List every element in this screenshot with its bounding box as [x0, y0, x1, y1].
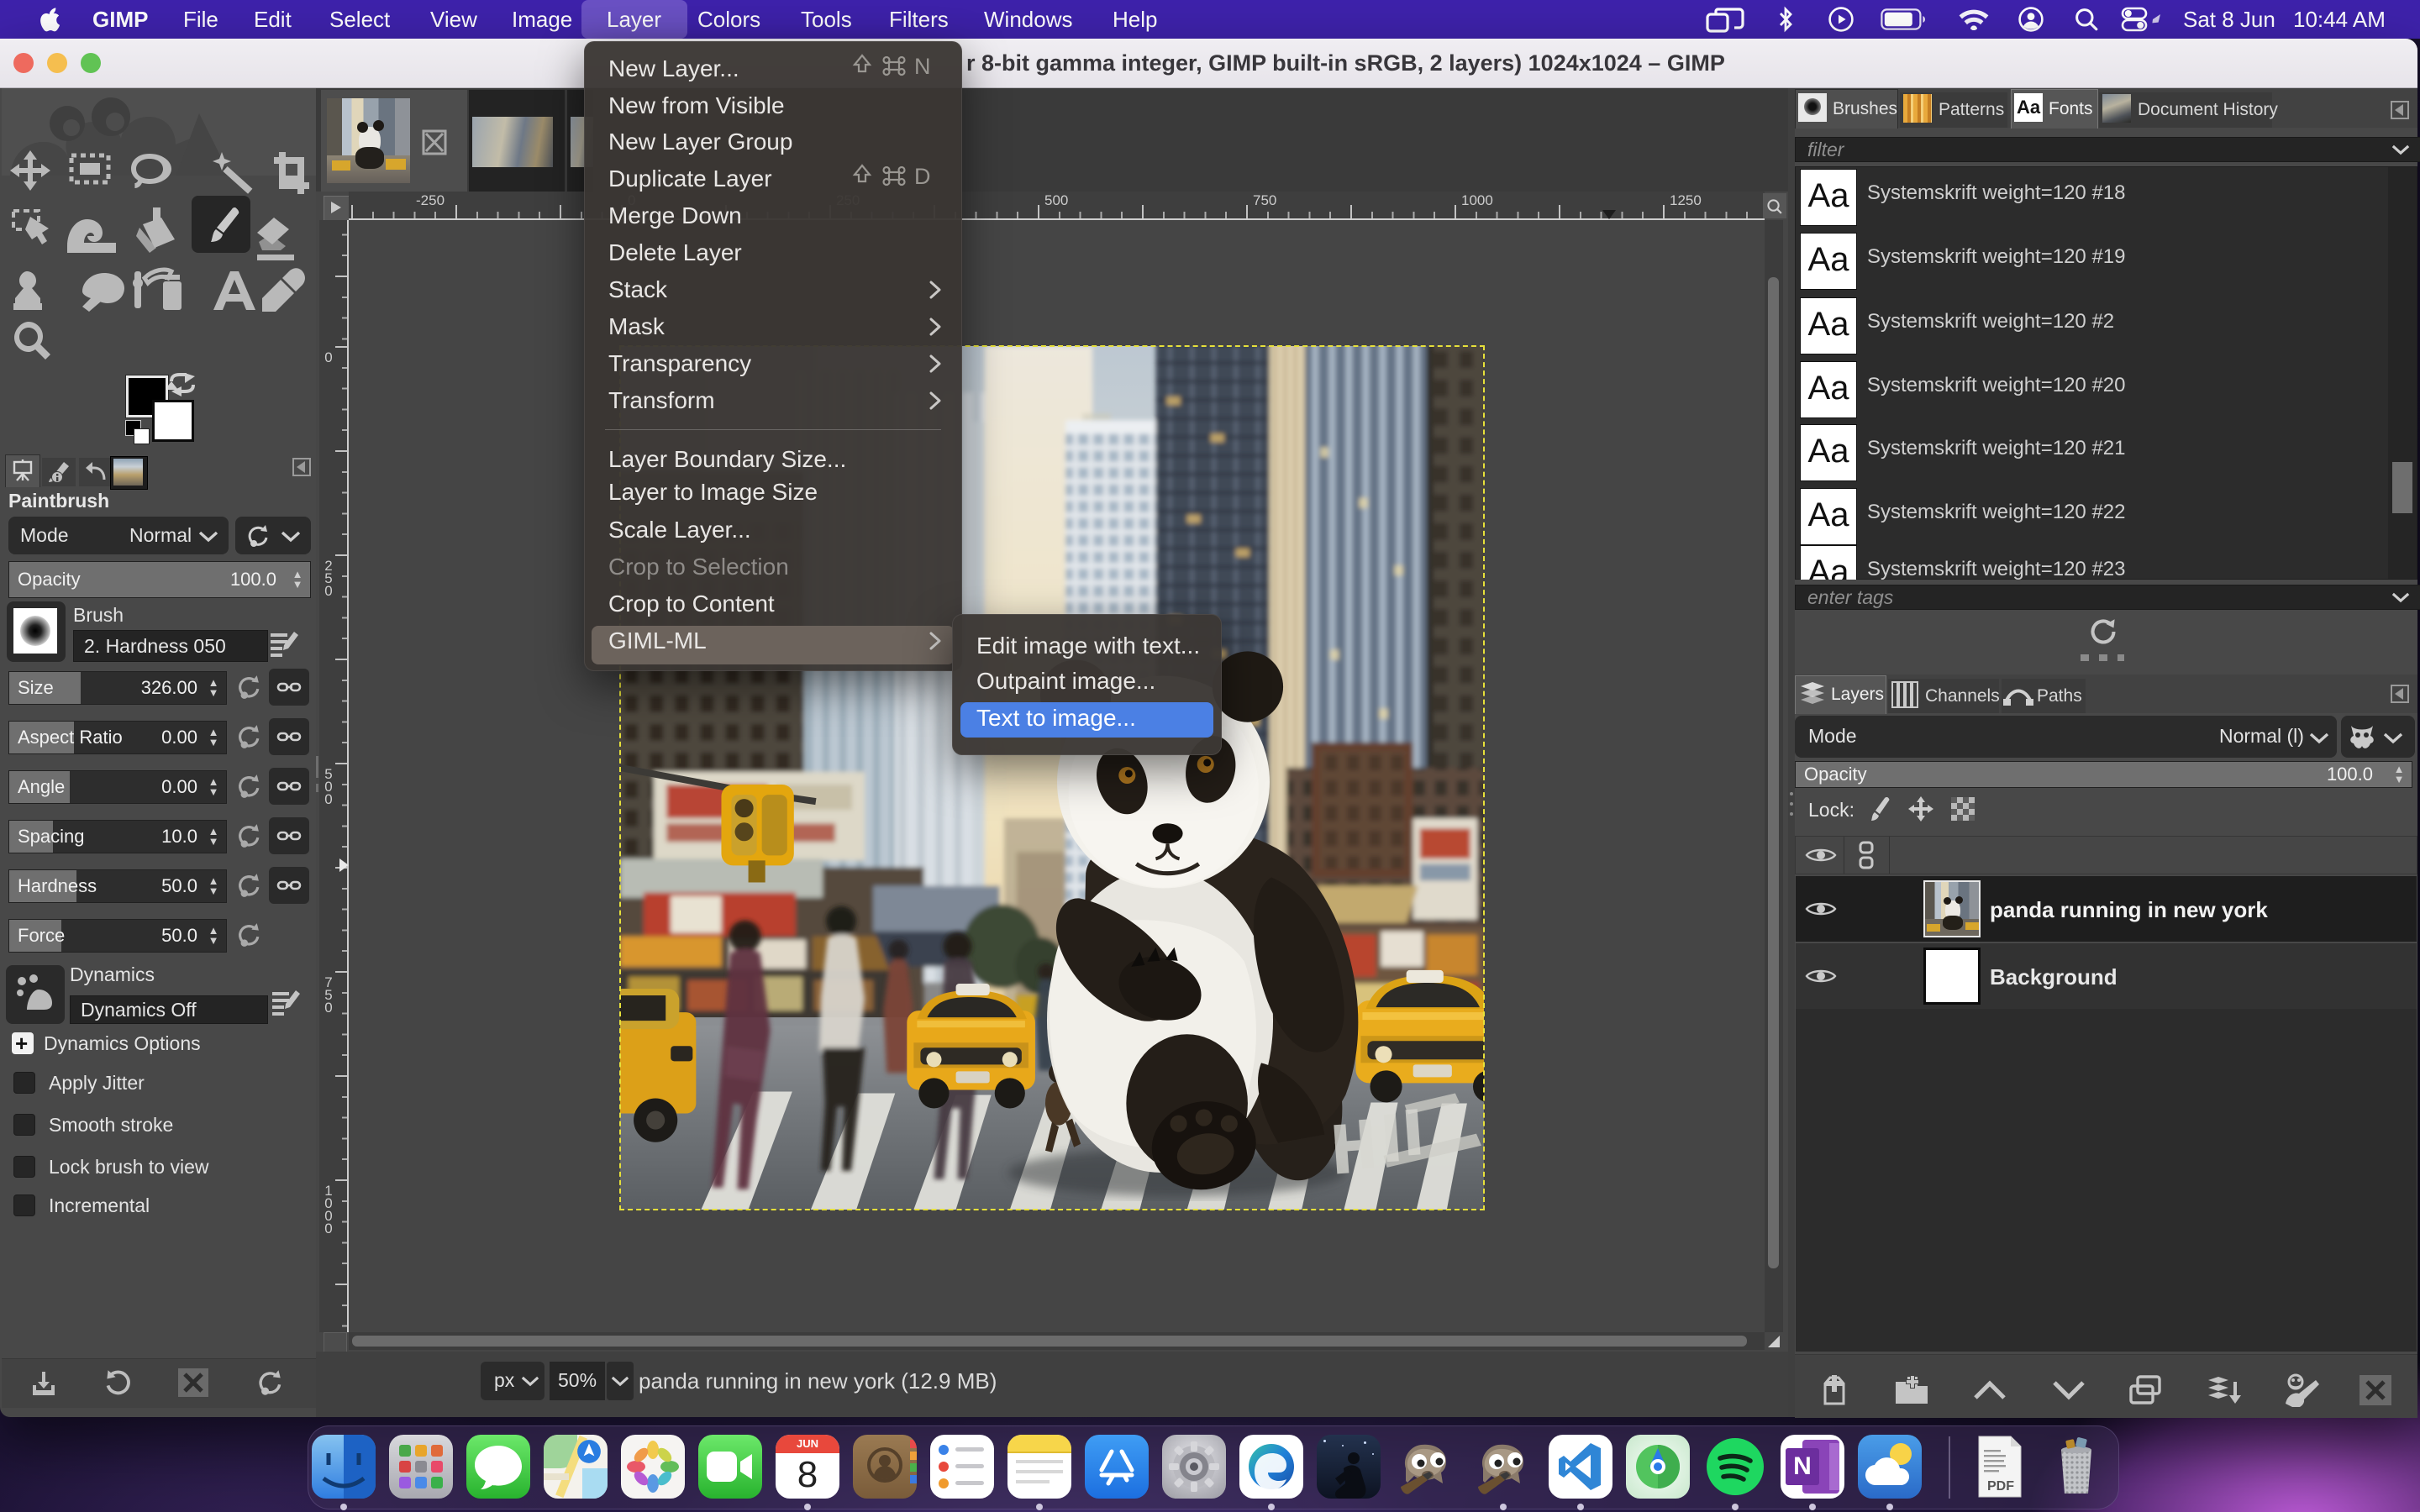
- svg-text:D: D: [914, 164, 931, 189]
- svg-text:PDF: PDF: [1987, 1479, 2014, 1494]
- svg-text:N: N: [914, 54, 931, 79]
